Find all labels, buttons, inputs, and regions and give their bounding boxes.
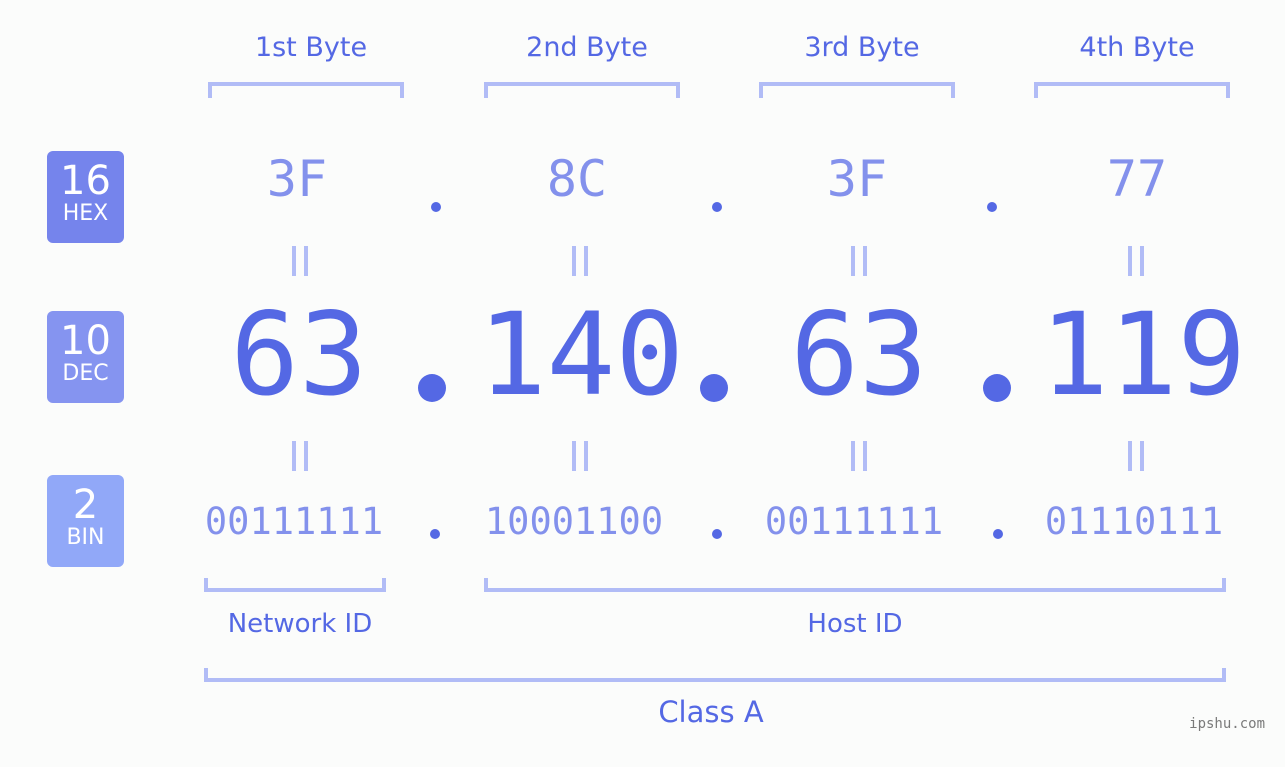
- dec-base-name: DEC: [62, 361, 109, 386]
- equals-icon: [849, 246, 869, 276]
- dec-separator-dot: [983, 374, 1011, 402]
- bin-separator-dot: [993, 529, 1003, 539]
- byte-bracket-4: [1034, 82, 1230, 98]
- equals-icon: [290, 246, 310, 276]
- dec-separator-dot: [418, 374, 446, 402]
- watermark: ipshu.com: [1189, 716, 1265, 732]
- network-id-bracket: [204, 578, 386, 592]
- dec-byte-2: 140: [478, 288, 684, 421]
- dec-byte-1: 63: [230, 288, 368, 421]
- bin-badge: 2 BIN: [47, 475, 124, 567]
- byte-label-1: 1st Byte: [254, 32, 368, 63]
- host-id-bracket: [484, 578, 1226, 592]
- bin-byte-4: 01110111: [1044, 500, 1224, 543]
- dec-byte-3: 63: [790, 288, 928, 421]
- byte-label-4: 4th Byte: [1079, 32, 1195, 63]
- bin-separator-dot: [712, 529, 722, 539]
- hex-base-number: 16: [60, 158, 111, 204]
- bin-byte-1: 00111111: [204, 500, 384, 543]
- bin-byte-2: 10001100: [484, 500, 664, 543]
- bin-separator-dot: [430, 529, 440, 539]
- dec-badge: 10 DEC: [47, 311, 124, 403]
- equals-icon: [849, 441, 869, 471]
- equals-icon: [570, 246, 590, 276]
- network-id-label: Network ID: [227, 609, 373, 639]
- class-bracket: [204, 668, 1226, 682]
- byte-label-3: 3rd Byte: [804, 32, 920, 63]
- dec-base-number: 10: [60, 318, 111, 364]
- equals-icon: [290, 441, 310, 471]
- hex-byte-4: 77: [1106, 150, 1168, 208]
- hex-byte-2: 8C: [546, 150, 608, 208]
- equals-icon: [1126, 441, 1146, 471]
- byte-label-2: 2nd Byte: [526, 32, 648, 63]
- byte-bracket-2: [484, 82, 680, 98]
- bin-byte-3: 00111111: [764, 500, 944, 543]
- dec-byte-4: 119: [1040, 288, 1246, 421]
- equals-icon: [570, 441, 590, 471]
- equals-icon: [1126, 246, 1146, 276]
- dec-separator-dot: [700, 374, 728, 402]
- hex-byte-1: 3F: [266, 150, 328, 208]
- hex-base-name: HEX: [62, 201, 109, 226]
- hex-byte-3: 3F: [826, 150, 888, 208]
- bin-base-number: 2: [72, 482, 99, 528]
- hex-separator-dot: [712, 202, 722, 212]
- class-label: Class A: [658, 695, 764, 729]
- byte-bracket-3: [759, 82, 955, 98]
- bin-base-name: BIN: [66, 525, 105, 550]
- hex-badge: 16 HEX: [47, 151, 124, 243]
- hex-separator-dot: [987, 202, 997, 212]
- byte-bracket-1: [208, 82, 404, 98]
- hex-separator-dot: [431, 202, 441, 212]
- host-id-label: Host ID: [807, 609, 903, 639]
